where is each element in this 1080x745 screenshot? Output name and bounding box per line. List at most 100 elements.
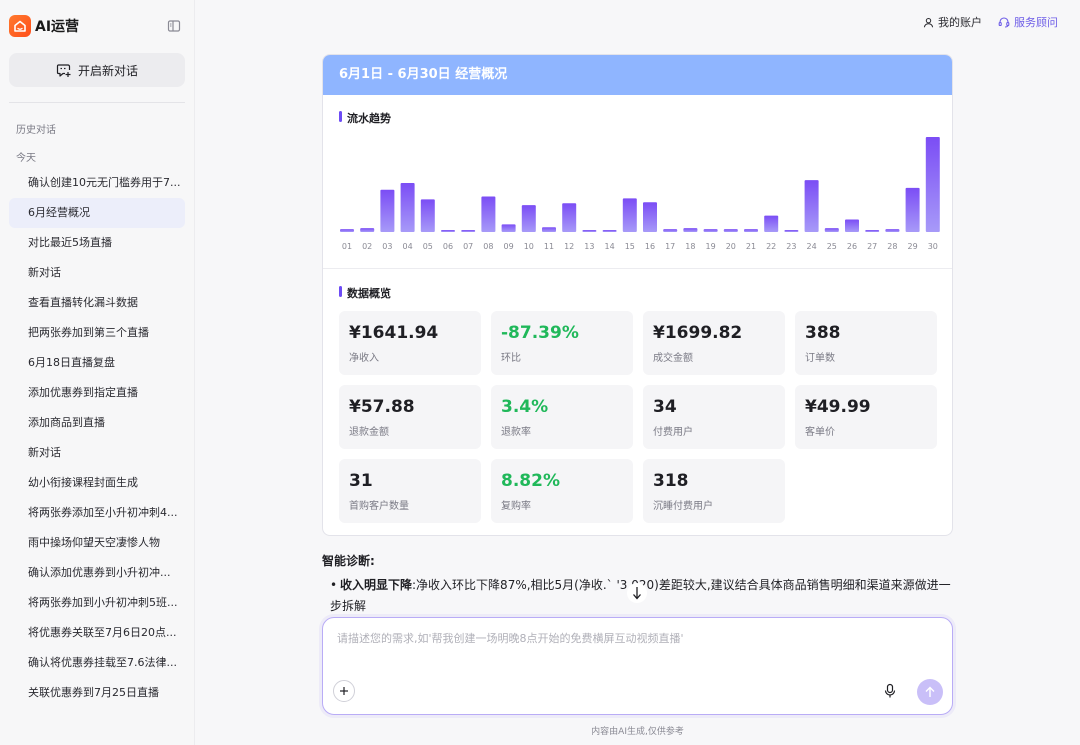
history-item[interactable]: 确认将优惠券挂载至7.6法律... — [9, 648, 185, 678]
diagnosis-strong: 收入明显下降 — [340, 578, 413, 592]
metric-value: 3.4% — [501, 397, 549, 417]
diagnosis-title: 智能诊断: — [322, 554, 375, 568]
history-item[interactable]: 添加商品到直播 — [9, 408, 185, 438]
history-item[interactable]: 6月经营概况 — [9, 198, 185, 228]
metric-label: 成交金额 — [653, 353, 693, 364]
chart-bar[interactable] — [481, 196, 496, 232]
x-tick-label: 19 — [706, 242, 716, 251]
history-item[interactable]: 雨中操场仰望天空凄惨人物 — [9, 528, 185, 558]
chart-bar[interactable] — [602, 230, 617, 232]
metric-value: 34 — [653, 397, 677, 417]
history-item[interactable]: 把两张券加到第三个直播 — [9, 318, 185, 348]
history-item[interactable]: 新对话 — [9, 438, 185, 468]
chart-bar[interactable] — [824, 228, 839, 232]
chart-bar[interactable] — [542, 227, 556, 232]
metric-value: 31 — [349, 471, 373, 491]
scroll-down-button[interactable] — [627, 583, 647, 603]
x-tick-label: 16 — [645, 242, 655, 251]
history-item[interactable]: 确认添加优惠券到小升初冲... — [9, 558, 185, 588]
metric-label: 沉睡付费用户 — [653, 501, 713, 512]
chart-bar[interactable] — [441, 230, 455, 232]
chart-bar[interactable] — [461, 230, 476, 232]
chart-bar[interactable] — [683, 228, 698, 232]
my-account-link[interactable]: 我的账户 — [923, 14, 982, 30]
revenue-trend-chart: 01 02 03 04 05 06 07 08 09 10 11 12 13 14 15 16 17 18 19 20… — [333, 127, 943, 257]
x-tick-label: 18 — [685, 242, 695, 251]
chart-bar[interactable] — [562, 203, 577, 232]
arrow-up-icon — [925, 686, 935, 697]
chart-bar[interactable] — [723, 229, 738, 232]
metric-tile: 318 沉睡付费用户 — [643, 459, 785, 523]
chart-bar[interactable] — [703, 229, 718, 232]
chart-bar[interactable] — [622, 198, 637, 232]
my-account-label: 我的账户 — [938, 16, 982, 29]
chart-bar[interactable] — [400, 183, 415, 232]
chart-bar[interactable] — [380, 189, 395, 232]
service-advisor-link[interactable]: 服务顾问 — [998, 14, 1058, 30]
history-item[interactable]: 将两张券添加至小升初冲刺4... — [9, 498, 185, 528]
history-item[interactable]: 幼小衔接课程封面生成 — [9, 468, 185, 498]
chart-bar[interactable] — [582, 230, 597, 232]
x-tick-label: 13 — [584, 242, 594, 251]
chart-bar[interactable] — [340, 229, 354, 232]
metric-value: 388 — [805, 323, 841, 343]
metric-label: 复购率 — [501, 501, 531, 512]
chart-bar[interactable] — [845, 219, 859, 232]
metric-tile: 8.82% 复购率 — [491, 459, 633, 523]
history-item[interactable]: 关联优惠券到7月25日直播 — [9, 678, 185, 708]
x-tick-label: 26 — [847, 242, 857, 251]
x-tick-label: 03 — [382, 242, 392, 251]
history-item[interactable]: 确认创建10元无门槛券用于7... — [9, 168, 185, 198]
chart-bar[interactable] — [360, 228, 375, 232]
report-title: 6月1日 - 6月30日 经营概况 — [323, 55, 952, 95]
chart-bar[interactable] — [804, 180, 819, 232]
chart-bar[interactable] — [501, 224, 516, 232]
x-tick-label: 15 — [625, 242, 635, 251]
metric-tile: -87.39% 环比 — [491, 311, 633, 375]
history-item[interactable]: 查看直播转化漏斗数据 — [9, 288, 185, 318]
card-divider — [323, 268, 952, 269]
x-tick-label: 28 — [887, 242, 897, 251]
chart-bar[interactable] — [925, 136, 940, 232]
chart-bar[interactable] — [744, 229, 758, 232]
prompt-input[interactable] — [337, 632, 937, 645]
user-icon — [923, 17, 934, 27]
trend-section-title: 流水趋势 — [339, 110, 391, 126]
chart-bar[interactable] — [420, 199, 435, 232]
new-chat-button[interactable]: 开启新对话 — [9, 53, 185, 87]
add-attachment-button[interactable] — [333, 680, 355, 702]
microphone-icon — [884, 683, 896, 698]
metric-value: ¥1699.82 — [653, 323, 743, 343]
chart-bar[interactable] — [643, 202, 657, 232]
metric-value: 8.82% — [501, 471, 560, 491]
chart-bar[interactable] — [764, 215, 779, 232]
metric-value: ¥1641.94 — [349, 323, 439, 343]
metric-label: 退款率 — [501, 427, 531, 438]
chart-bar[interactable] — [521, 205, 536, 232]
history-item[interactable]: 将两张券加到小升初冲刺5班... — [9, 588, 185, 618]
chart-bar[interactable] — [663, 229, 678, 232]
chart-bar[interactable] — [905, 187, 920, 232]
send-button[interactable] — [917, 679, 943, 705]
microphone-button[interactable] — [883, 683, 897, 702]
history-item[interactable]: 添加优惠券到指定直播 — [9, 378, 185, 408]
metric-tile: ¥1699.82 成交金额 — [643, 311, 785, 375]
history-item[interactable]: 新对话 — [9, 258, 185, 288]
x-tick-label: 06 — [443, 242, 453, 251]
brand[interactable]: AI运营 — [9, 15, 79, 37]
x-tick-label: 04 — [403, 242, 413, 251]
x-tick-label: 22 — [766, 242, 776, 251]
x-tick-label: 09 — [504, 242, 514, 251]
x-tick-label: 25 — [827, 242, 837, 251]
metric-tile: ¥49.99 客单价 — [795, 385, 937, 449]
composer — [322, 617, 953, 715]
chart-bar[interactable] — [885, 229, 900, 232]
history-item[interactable]: 6月18日直播复盘 — [9, 348, 185, 378]
chart-bar[interactable] — [865, 230, 880, 232]
history-item[interactable]: 对比最近5场直播 — [9, 228, 185, 258]
sidebar-collapse-icon[interactable] — [167, 19, 181, 33]
history-item[interactable]: 将优惠券关联至7月6日20点... — [9, 618, 185, 648]
metric-label: 客单价 — [805, 427, 835, 438]
home-logo-icon — [9, 15, 31, 37]
chart-bar[interactable] — [784, 230, 799, 232]
